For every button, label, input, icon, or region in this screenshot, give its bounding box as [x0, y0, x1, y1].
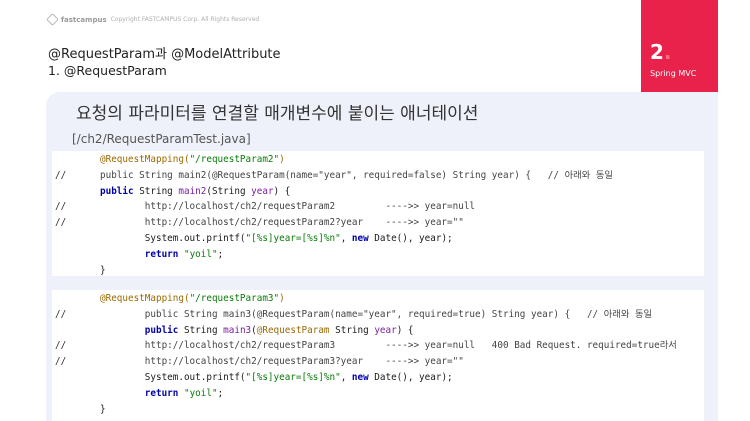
- code-line: @RequestMapping("/requestParam3"): [100, 293, 285, 304]
- slide-subheading: 1. @RequestParam: [48, 63, 167, 78]
- code-block-2: @RequestMapping("/requestParam3") // pub…: [52, 290, 704, 421]
- section-number: 2.: [650, 40, 672, 64]
- file-label: [/ch2/RequestParamTest.java]: [72, 132, 251, 146]
- code-block-1: @RequestMapping("/requestParam2") //publ…: [52, 151, 704, 276]
- code-line: return "yoil";: [144, 387, 224, 399]
- code-line: // public String main3(@RequestParam(nam…: [55, 308, 653, 320]
- company-logo: fastcampus Copyright FASTCAMPUS Corp. Al…: [46, 13, 260, 26]
- code-line: // http://localhost/ch2/requestParam3?ye…: [55, 356, 464, 368]
- logo-brand: fastcampus: [61, 15, 107, 24]
- code-line: System.out.printf("[%s]year=[%s]%n", new…: [100, 371, 453, 383]
- logo-icon: [46, 13, 59, 26]
- code-line: }: [100, 403, 106, 415]
- code-line: System.out.printf("[%s]year=[%s]%n", new…: [100, 232, 453, 244]
- slide-heading: @RequestParam과 @ModelAttribute: [48, 47, 281, 62]
- code-line: // http://localhost/ch2/requestParam2 --…: [55, 201, 476, 213]
- code-line: }: [100, 264, 106, 276]
- code-line: // http://localhost/ch2/requestParam3 --…: [55, 340, 677, 352]
- code-line: public String main2(String year) {: [100, 185, 291, 197]
- section-name: Spring MVC: [650, 69, 697, 78]
- code-line: return "yoil";: [144, 248, 224, 260]
- panel-title: 요청의 파라미터를 연결할 매개변수에 붙이는 애너테이션: [76, 104, 479, 124]
- code-line: // http://localhost/ch2/requestParam2?ye…: [55, 217, 464, 229]
- code-line: @RequestMapping("/requestParam2"): [100, 154, 285, 165]
- code-line: //public String main2(@RequestParam(name…: [55, 169, 613, 181]
- copyright-text: Copyright FASTCAMPUS Corp. All Rights Re…: [110, 16, 260, 23]
- code-line: public String main3(@RequestParam String…: [144, 324, 414, 336]
